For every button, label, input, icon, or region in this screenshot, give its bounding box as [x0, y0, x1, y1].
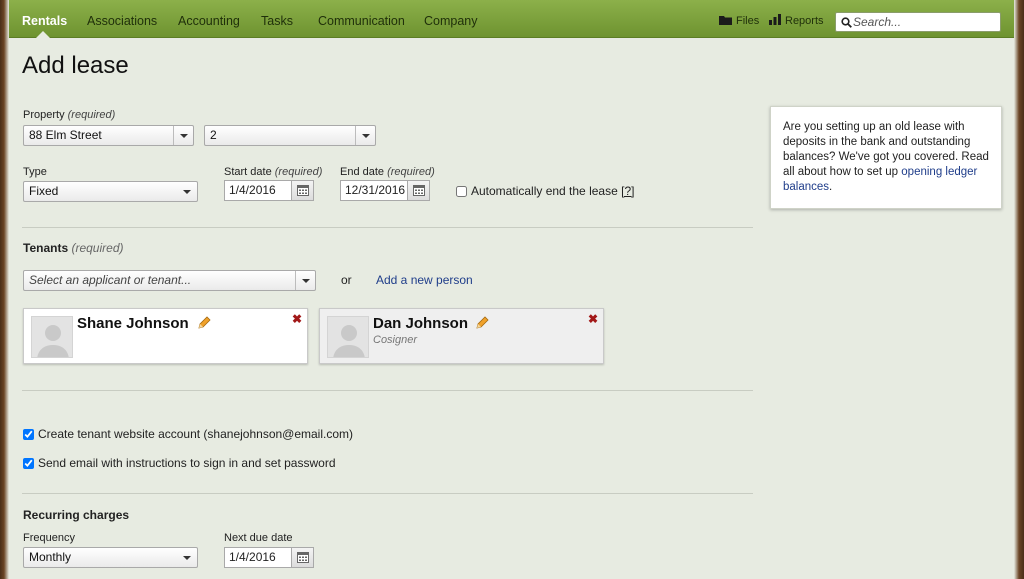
- property-select[interactable]: 88 Elm Street: [23, 125, 194, 146]
- search-icon: [841, 17, 852, 28]
- calendar-button[interactable]: [291, 181, 313, 200]
- remove-tenant-icon[interactable]: ✖: [588, 312, 598, 326]
- chevron-down-icon: [355, 126, 375, 145]
- calendar-button[interactable]: [291, 548, 313, 567]
- send-email-option[interactable]: Send email with instructions to sign in …: [23, 456, 336, 470]
- nav-tasks[interactable]: Tasks: [261, 0, 293, 38]
- person-silhouette-icon: [37, 325, 69, 357]
- nav-accounting[interactable]: Accounting: [178, 0, 240, 38]
- send-email-checkbox[interactable]: [23, 458, 34, 469]
- opening-balances-tip: Are you setting up an old lease with dep…: [770, 106, 1002, 209]
- divider: [22, 493, 753, 494]
- bar-chart-icon: [769, 14, 781, 25]
- chevron-down-icon: [295, 271, 315, 290]
- start-date-value: 1/4/2016: [229, 183, 276, 197]
- frequency-value: Monthly: [29, 550, 72, 564]
- remove-tenant-icon[interactable]: ✖: [292, 312, 302, 326]
- create-account-checkbox[interactable]: [23, 429, 34, 440]
- nav-associations[interactable]: Associations: [87, 0, 157, 38]
- start-date-label: Start date (required): [224, 166, 323, 178]
- add-new-person-link[interactable]: Add a new person: [376, 273, 473, 287]
- send-email-label: Send email with instructions to sign in …: [38, 456, 336, 470]
- end-date-value: 12/31/2016: [345, 183, 406, 197]
- chevron-down-icon: [173, 126, 193, 145]
- top-nav: Rentals Associations Accounting Tasks Co…: [9, 0, 1014, 38]
- next-due-label: Next due date: [224, 532, 293, 544]
- end-date-label: End date (required): [340, 166, 435, 178]
- active-nav-indicator: [36, 31, 50, 38]
- divider: [22, 227, 753, 228]
- tenant-select-placeholder: Select an applicant or tenant...: [29, 273, 192, 287]
- tenant-select[interactable]: Select an applicant or tenant...: [23, 270, 316, 291]
- tenants-heading: Tenants (required): [23, 241, 124, 255]
- frequency-label: Frequency: [23, 532, 75, 544]
- end-date-field[interactable]: 12/31/2016: [340, 180, 430, 201]
- create-account-label: Create tenant website account (shanejohn…: [38, 427, 354, 441]
- files-link[interactable]: Files: [719, 0, 759, 38]
- tenant-name: Shane Johnson: [77, 315, 189, 332]
- property-label: Property (required): [23, 109, 116, 121]
- create-account-option[interactable]: Create tenant website account (shanejohn…: [23, 427, 353, 441]
- calendar-icon: [297, 552, 309, 563]
- page-title: Add lease: [22, 52, 129, 79]
- chevron-down-icon: [177, 548, 197, 567]
- nav-company[interactable]: Company: [424, 0, 478, 38]
- tenant-card: Shane Johnson ✖: [23, 308, 308, 364]
- start-date-field[interactable]: 1/4/2016: [224, 180, 314, 201]
- folder-icon: [719, 16, 732, 25]
- next-due-date-field[interactable]: 1/4/2016: [224, 547, 314, 568]
- type-label: Type: [23, 166, 47, 178]
- avatar: [31, 316, 73, 358]
- auto-end-help-link[interactable]: [?]: [621, 184, 634, 198]
- auto-end-label: Automatically end the lease: [471, 184, 618, 198]
- tenant-name: Dan Johnson: [373, 315, 469, 332]
- nav-communication[interactable]: Communication: [318, 0, 405, 38]
- unit-value: 2: [210, 128, 217, 142]
- type-select[interactable]: Fixed: [23, 181, 198, 202]
- calendar-icon: [413, 185, 425, 196]
- divider: [22, 390, 753, 391]
- search-box: [835, 12, 1001, 32]
- page: Rentals Associations Accounting Tasks Co…: [9, 0, 1014, 579]
- pencil-icon[interactable]: [475, 316, 489, 330]
- files-label: Files: [736, 15, 760, 27]
- recurring-heading: Recurring charges: [23, 508, 130, 522]
- calendar-icon: [297, 185, 309, 196]
- pencil-icon[interactable]: [197, 316, 211, 330]
- person-silhouette-icon: [333, 325, 365, 357]
- reports-link[interactable]: Reports: [769, 0, 824, 38]
- frequency-select[interactable]: Monthly: [23, 547, 198, 568]
- search-input[interactable]: [853, 14, 997, 30]
- reports-label: Reports: [785, 15, 824, 27]
- or-text: or: [341, 273, 352, 287]
- auto-end-option[interactable]: Automatically end the lease [?]: [456, 184, 634, 198]
- next-due-value: 1/4/2016: [229, 550, 276, 564]
- calendar-button[interactable]: [407, 181, 429, 200]
- avatar: [327, 316, 369, 358]
- property-value: 88 Elm Street: [29, 128, 102, 142]
- chevron-down-icon: [177, 182, 197, 201]
- auto-end-checkbox[interactable]: [456, 186, 467, 197]
- tip-suffix: .: [829, 181, 833, 193]
- tenant-card: Dan Johnson Cosigner ✖: [319, 308, 604, 364]
- type-value: Fixed: [29, 184, 59, 198]
- unit-select[interactable]: 2: [204, 125, 376, 146]
- tenant-role: Cosigner: [373, 334, 418, 346]
